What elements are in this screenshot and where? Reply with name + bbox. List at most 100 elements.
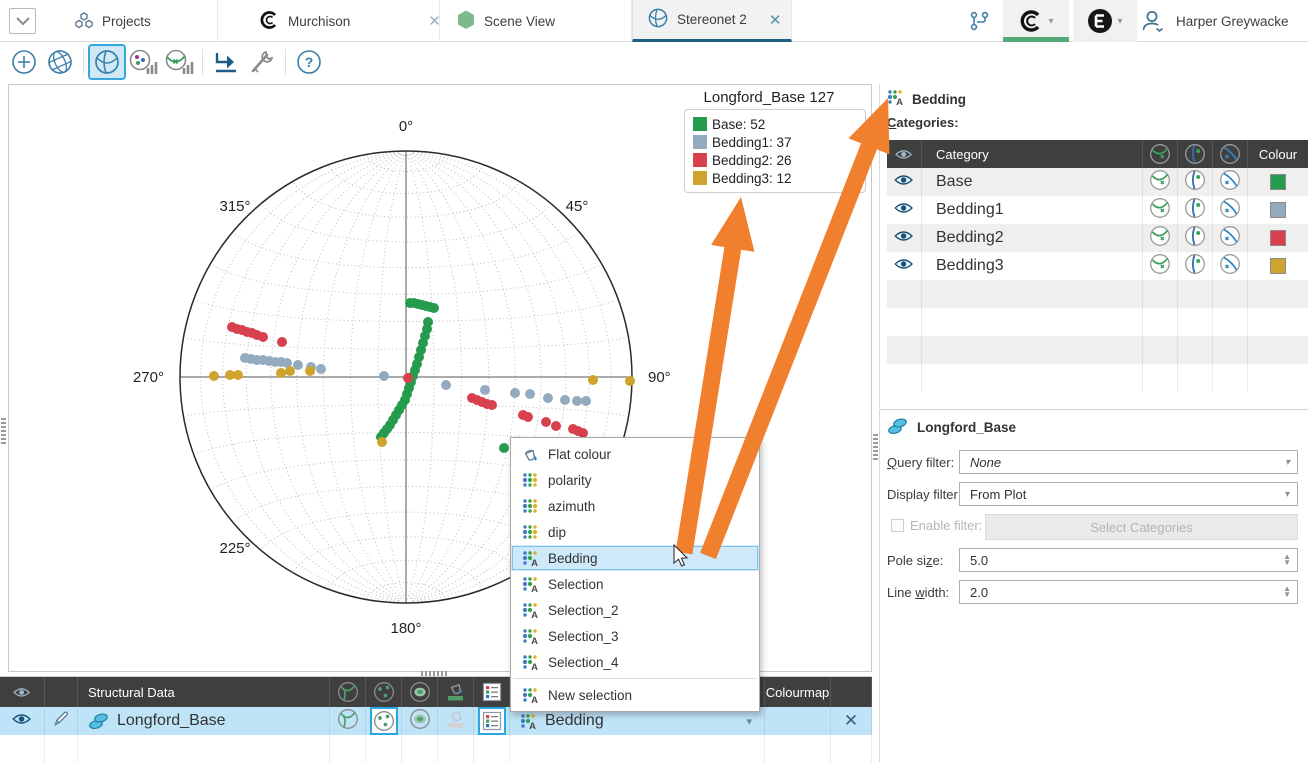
menu-item-bedding[interactable]: ABedding [511, 545, 759, 571]
pole-point-bedding2[interactable] [541, 417, 551, 427]
pole-point-bedding3[interactable] [209, 371, 219, 381]
toolbar-stereonet-remove-button[interactable] [162, 46, 196, 78]
toolbar-help-button[interactable]: ? [292, 46, 326, 78]
enable-filter-checkbox[interactable] [891, 519, 904, 532]
arcs-toggle[interactable] [1219, 225, 1241, 252]
menu-item-azimuth[interactable]: azimuth [511, 493, 759, 519]
category-colour-swatch[interactable] [1270, 230, 1286, 246]
right-splitter-handle[interactable] [873, 434, 878, 460]
toolbar-export-button[interactable] [209, 46, 243, 78]
pole-point-bedding1[interactable] [560, 395, 570, 405]
query-filter-dropdown[interactable]: None ▾ [959, 450, 1298, 474]
poles-toggle[interactable] [1184, 225, 1206, 252]
stepper-arrows-icon[interactable]: ▲▼ [1283, 554, 1291, 566]
pole-point-bedding3[interactable] [588, 375, 598, 385]
menu-item-selection-3[interactable]: ASelection_3 [511, 623, 759, 649]
remove-row-button[interactable]: ✕ [844, 711, 858, 731]
pole-point-bedding2[interactable] [551, 421, 561, 431]
select-categories-button[interactable]: Select Categories [985, 514, 1298, 540]
planes-toggle[interactable] [1149, 225, 1171, 252]
poles-toggle[interactable] [1184, 253, 1206, 280]
poles-toggle[interactable] [1184, 169, 1206, 196]
category-colour-swatch[interactable] [1270, 202, 1286, 218]
category-colour-swatch[interactable] [1270, 258, 1286, 274]
menu-item-selection[interactable]: ASelection [511, 571, 759, 597]
category-row: Bedding2 [887, 224, 1308, 252]
stepper-arrows-icon[interactable]: ▲▼ [1283, 586, 1291, 598]
eye-visibility-toggle[interactable] [894, 201, 913, 219]
pole-point-bedding1[interactable] [572, 396, 582, 406]
line-width-stepper[interactable]: 2.0 ▲▼ [959, 580, 1298, 604]
close-tab-icon[interactable]: ✕ [769, 11, 782, 29]
tab-scene-view[interactable]: Scene View [440, 0, 632, 42]
display-filter-dropdown[interactable]: From Plot ▾ [959, 482, 1298, 506]
flat-colour-toggle[interactable] [445, 708, 467, 735]
pole-point-bedding3[interactable] [276, 368, 286, 378]
edit-button[interactable] [52, 709, 71, 733]
menu-item-selection-4[interactable]: ASelection_4 [511, 649, 759, 675]
toolbar-add-plot-button[interactable] [7, 46, 41, 78]
category-colour-swatch[interactable] [1270, 174, 1286, 190]
chevron-down-icon: ▾ [1048, 16, 1053, 27]
pole-point-bedding3[interactable] [377, 437, 387, 447]
pole-point-bedding2[interactable] [277, 337, 287, 347]
pole-point-bedding2[interactable] [258, 332, 268, 342]
planes-toggle[interactable] [1149, 253, 1171, 280]
planes-toggle[interactable] [1149, 169, 1171, 196]
pole-point-bedding1[interactable] [316, 364, 326, 374]
arcs-toggle[interactable] [1219, 197, 1241, 224]
pole-point-base[interactable] [499, 443, 509, 453]
tab-murchison[interactable]: Murchison ✕ [218, 0, 440, 42]
eye-visibility-toggle[interactable] [12, 712, 31, 730]
pole-point-bedding1[interactable] [441, 380, 451, 390]
pole-point-bedding3[interactable] [233, 370, 243, 380]
eye-visibility-toggle[interactable] [894, 173, 913, 191]
pole-size-stepper[interactable]: 5.0 ▲▼ [959, 548, 1298, 572]
arcs-toggle[interactable] [1219, 169, 1241, 196]
pole-point-bedding3[interactable] [305, 366, 315, 376]
pole-point-bedding2[interactable] [523, 412, 533, 422]
menu-item-selection-2[interactable]: ASelection_2 [511, 597, 759, 623]
help-icon: ? [295, 48, 323, 76]
tab-projects[interactable]: Projects [36, 0, 218, 42]
menu-item-dip[interactable]: dip [511, 519, 759, 545]
toolbar-globe-3d-button[interactable] [43, 46, 77, 78]
close-tab-icon[interactable]: ✕ [428, 12, 441, 30]
branch-button[interactable] [958, 0, 1002, 42]
user-menu-button[interactable]: Harper Greywacke [1140, 0, 1308, 42]
pole-point-bedding3[interactable] [285, 366, 295, 376]
planes-toggle[interactable] [1149, 197, 1171, 224]
poles-toggle[interactable] [371, 708, 397, 734]
arcs-toggle[interactable] [1219, 253, 1241, 280]
left-splitter-handle[interactable] [1, 418, 6, 444]
evo-menu-button[interactable]: ▾ [1073, 0, 1137, 42]
menu-item-new-selection[interactable]: ANew selection [511, 682, 759, 708]
poles-toggle[interactable] [1184, 197, 1206, 224]
pole-point-bedding2[interactable] [403, 373, 413, 383]
toolbar-colour-stats-button[interactable] [126, 46, 160, 78]
toolbar-tools-button[interactable] [245, 46, 279, 78]
pole-point-bedding1[interactable] [543, 393, 553, 403]
pole-point-base[interactable] [429, 303, 439, 313]
eye-visibility-toggle[interactable] [894, 257, 913, 275]
pole-point-bedding2[interactable] [487, 400, 497, 410]
colourmap-dropdown[interactable]: ABedding▾ [520, 712, 764, 730]
great-circle-toggle[interactable] [337, 708, 359, 735]
window-menu-button[interactable] [9, 8, 36, 34]
pole-point-bedding3[interactable] [625, 376, 635, 386]
pole-point-bedding1[interactable] [293, 360, 303, 370]
toolbar-stereonet-button[interactable] [90, 46, 124, 78]
menu-item-flat-colour[interactable]: Flat colour [511, 441, 759, 467]
pole-point-bedding1[interactable] [379, 371, 389, 381]
pole-point-bedding1[interactable] [480, 385, 490, 395]
eye-visibility-toggle[interactable] [894, 229, 913, 247]
pole-point-bedding1[interactable] [525, 389, 535, 399]
tab-stereonet-2[interactable]: Stereonet 2 ✕ [632, 0, 792, 42]
legend-toggle[interactable] [479, 708, 505, 734]
svg-text:A: A [531, 695, 538, 704]
pole-point-bedding1[interactable] [510, 388, 520, 398]
pole-point-bedding1[interactable] [581, 396, 591, 406]
contours-toggle[interactable] [409, 708, 431, 735]
central-menu-button[interactable]: ▾ [1003, 0, 1069, 42]
menu-item-polarity[interactable]: polarity [511, 467, 759, 493]
